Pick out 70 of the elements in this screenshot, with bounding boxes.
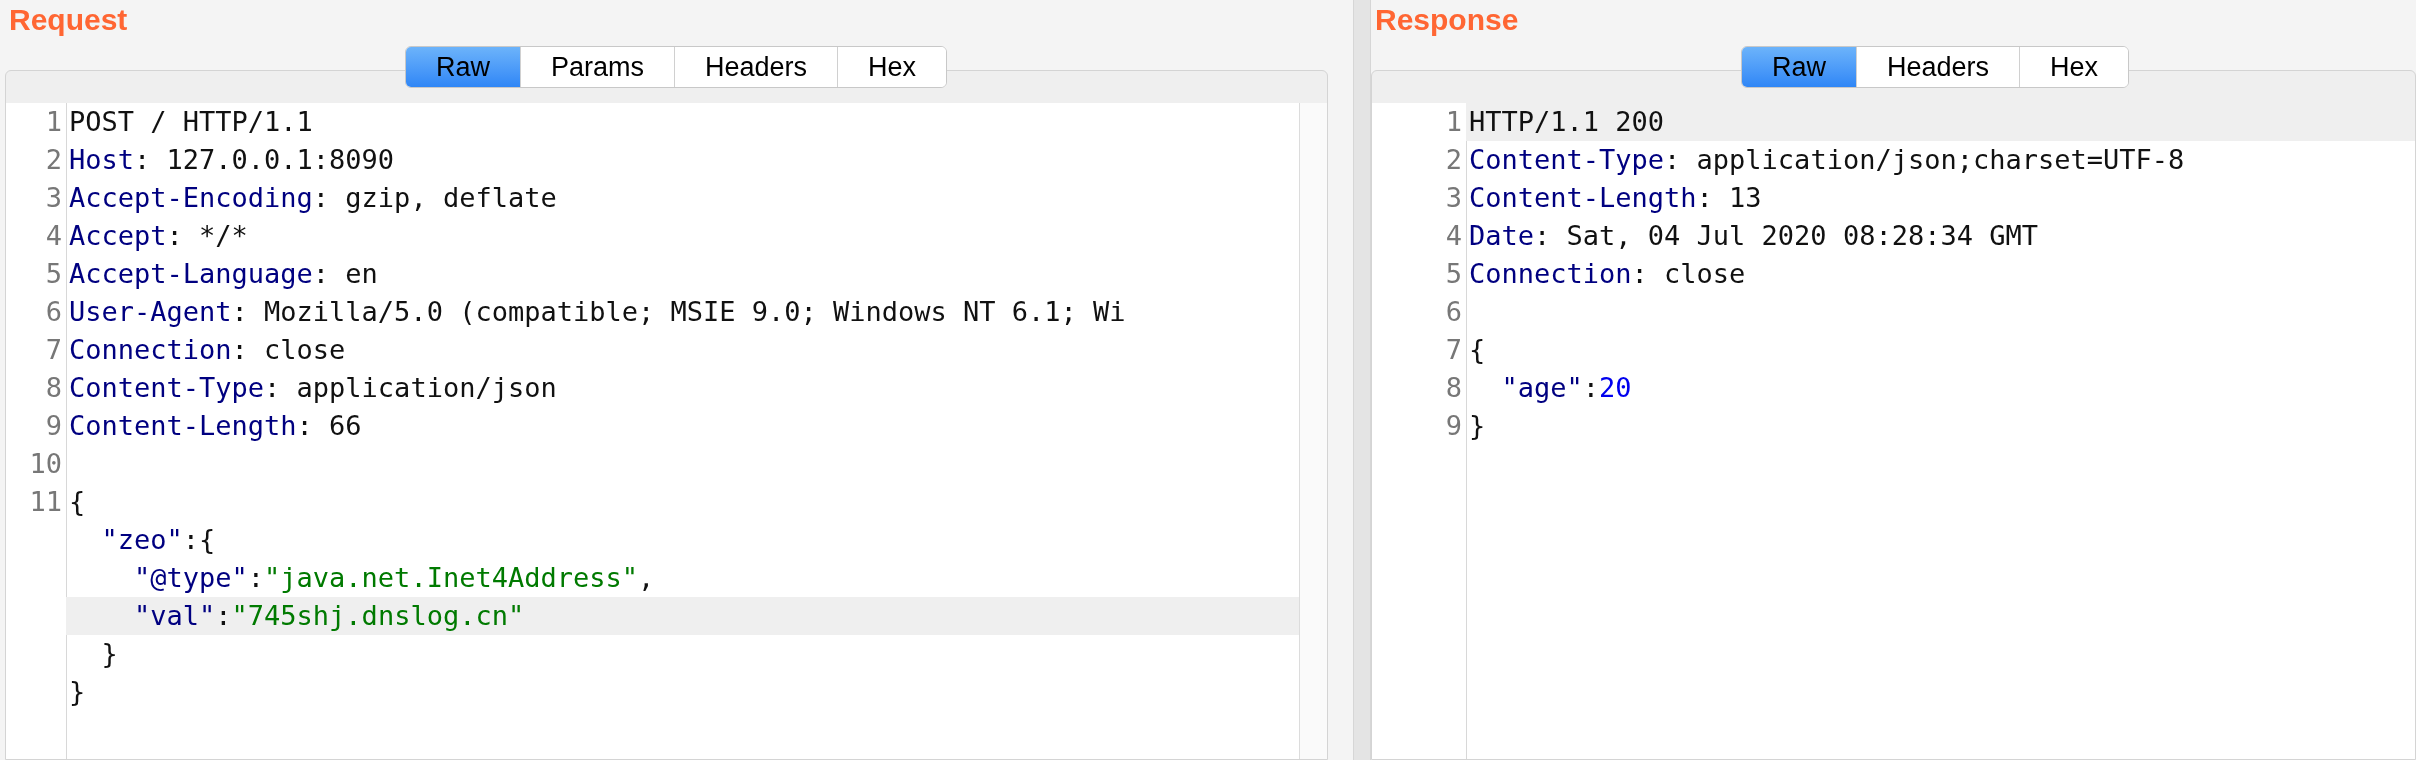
code-token: : 127.0.0.1:8090: [134, 144, 395, 175]
line-number: 4: [45, 220, 62, 251]
code-token: "val": [133, 600, 216, 631]
code-token: ,: [637, 562, 655, 593]
code-token: Content-Length: [69, 410, 297, 441]
code-token: :: [247, 562, 265, 593]
code-token: HTTP/1.1 200: [1469, 106, 1665, 137]
code-token: : application/json;charset=UTF-8: [1664, 144, 2185, 175]
line-number: 3: [45, 182, 62, 213]
code-token: {: [69, 486, 86, 517]
code-token: Connection: [69, 334, 232, 365]
line-number: 2: [45, 144, 62, 175]
line-number: 11: [29, 486, 62, 517]
code-token: 20: [1599, 372, 1632, 403]
code-token: "745shj.dnslog.cn": [231, 600, 525, 631]
line-number: 9: [45, 410, 62, 441]
code-token: Content-Type: [1469, 144, 1665, 175]
view-tab[interactable]: Raw: [1742, 47, 1856, 87]
line-number: 1: [45, 106, 62, 137]
line-number: 10: [29, 448, 62, 479]
code-token: "@type": [133, 562, 248, 593]
code-token: Accept-Language: [69, 258, 313, 289]
line-number: 7: [45, 334, 62, 365]
code-token: : gzip, deflate: [312, 182, 557, 213]
code-token: : 66: [296, 410, 362, 441]
line-number: 7: [1445, 334, 1462, 365]
code-token: "age": [1500, 372, 1583, 403]
code-token: : Sat, 04 Jul 2020 08:28:34 GMT: [1534, 220, 2038, 251]
panel-title: Response: [1375, 2, 1519, 38]
line-number: 8: [45, 372, 62, 403]
code-token: }: [100, 638, 118, 669]
panel-title: Request: [9, 2, 128, 38]
code-token: : 13: [1696, 182, 1762, 213]
code-token: "zeo": [100, 524, 183, 555]
line-number: 9: [1445, 410, 1462, 441]
line-number: 1: [1445, 106, 1462, 137]
view-tab[interactable]: Hex: [2019, 47, 2129, 87]
line-number: 2: [1445, 144, 1462, 175]
code-token: Accept: [69, 220, 167, 251]
code-token: User-Agent: [69, 296, 232, 327]
line-number: 8: [1445, 372, 1462, 403]
code-token: : application/json: [264, 372, 557, 403]
code-token: {: [1469, 334, 1486, 365]
code-token: POST / HTTP/1.1: [69, 106, 313, 137]
view-tab[interactable]: Raw: [406, 47, 520, 87]
code-token: : close: [231, 334, 346, 365]
code-token: Accept-Encoding: [69, 182, 313, 213]
line-number: 6: [45, 296, 62, 327]
line-number: 5: [1445, 258, 1462, 289]
code-token: : */*: [166, 220, 248, 251]
code-token: Content-Length: [1469, 182, 1697, 213]
line-number: 5: [45, 258, 62, 289]
code-token: "java.net.Inet4Address": [264, 562, 638, 593]
code-token: Connection: [1469, 258, 1632, 289]
code-token: Host: [69, 144, 135, 175]
code-token: :: [1582, 372, 1600, 403]
view-tab[interactable]: Hex: [837, 47, 947, 87]
code-token: }: [69, 676, 86, 707]
line-number: 4: [1445, 220, 1462, 251]
scrollbar-track[interactable]: [1299, 103, 1327, 759]
code-token: Date: [1469, 220, 1535, 251]
code-token: :{: [182, 524, 216, 555]
code-token: }: [1469, 410, 1486, 441]
code-token: Content-Type: [69, 372, 265, 403]
code-token: :: [215, 600, 232, 631]
code-token: : en: [312, 258, 378, 289]
line-number: 6: [1445, 296, 1462, 327]
line-number: 3: [1445, 182, 1462, 213]
code-token: : close: [1631, 258, 1746, 289]
code-token: : Mozilla/5.0 (compatible; MSIE 9.0; Windows NT 6.1; Wi: [231, 296, 1126, 327]
